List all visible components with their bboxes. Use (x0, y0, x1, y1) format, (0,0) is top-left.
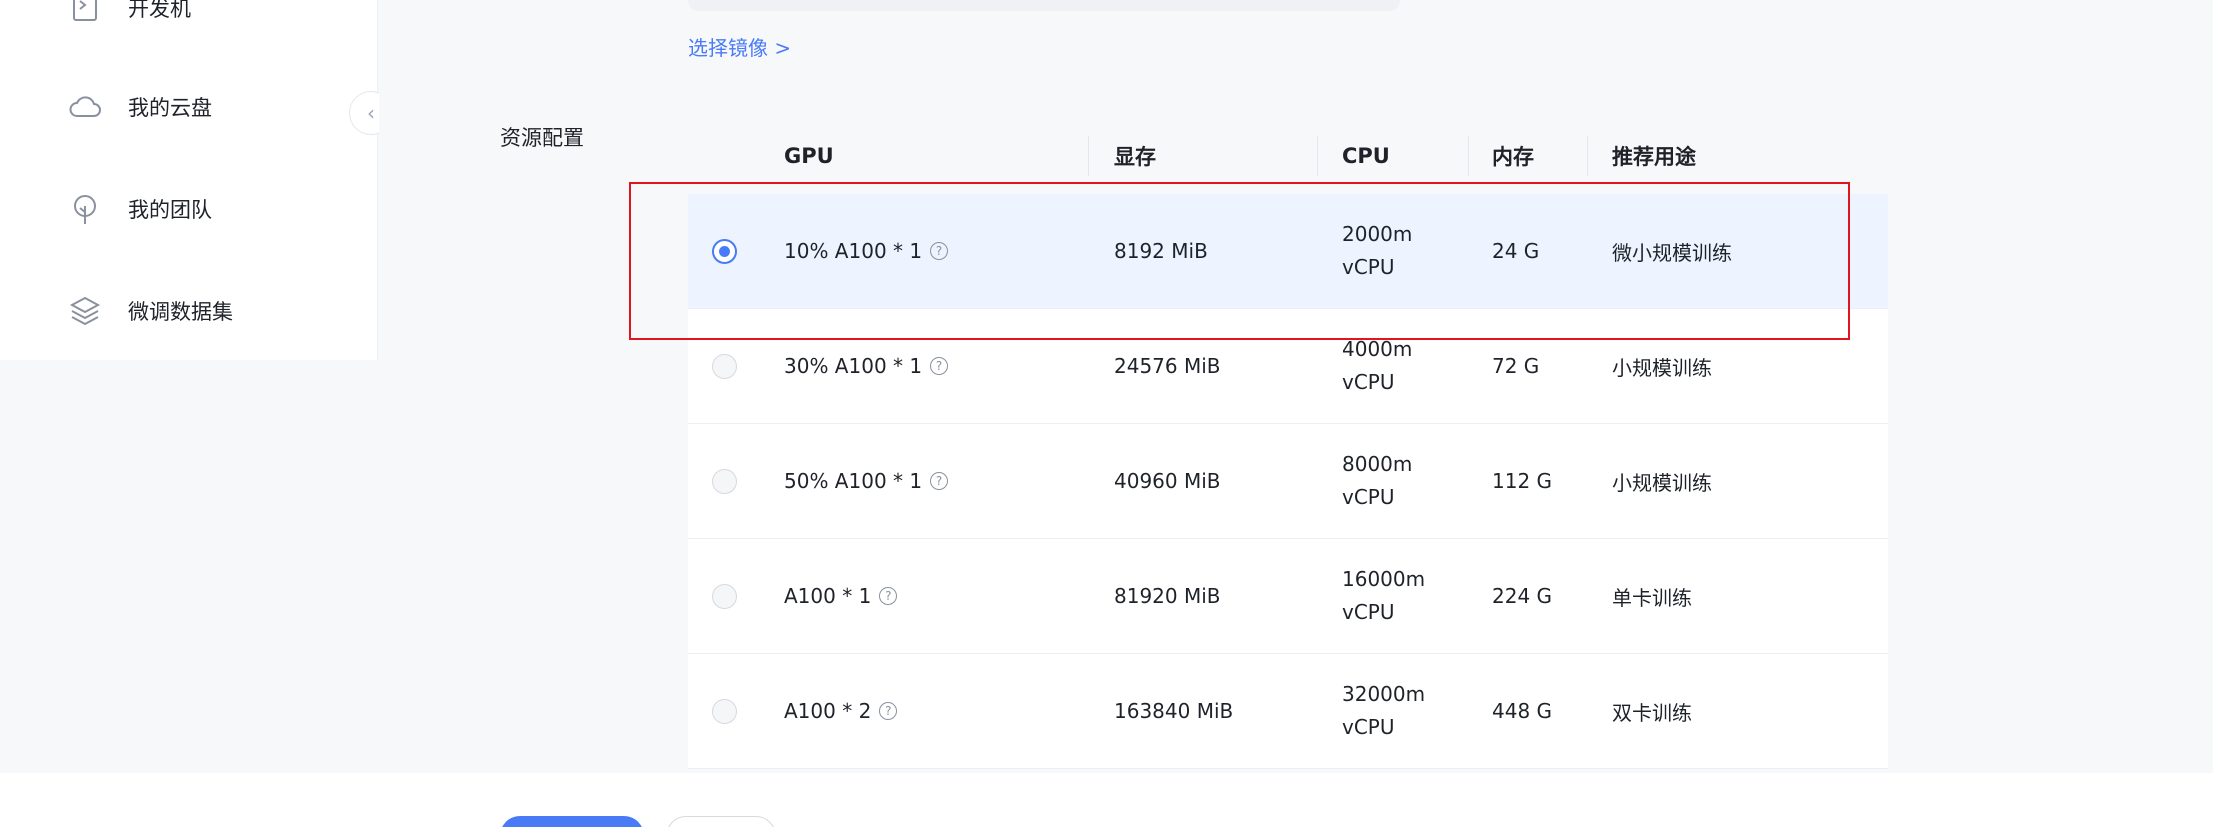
table-row[interactable]: A100 * 2 ? 163840 MiB 32000m vCPU 448 G … (688, 654, 1888, 769)
cell-memory: 112 G (1492, 469, 1553, 493)
cell-memory: 224 G (1492, 584, 1553, 608)
row-radio[interactable] (712, 584, 737, 609)
cell-cpu: 32000m vCPU (1342, 654, 1425, 768)
sidebar-item-label: 开发机 (128, 0, 191, 21)
sidebar-item-finetune-datasets[interactable]: 微调数据集 (68, 289, 233, 333)
sidebar-item-label: 我的云盘 (128, 96, 212, 120)
sidebar-item-cloud-disk[interactable]: 我的云盘 (68, 85, 212, 129)
help-icon[interactable]: ? (879, 587, 898, 605)
cell-gpu: A100 * 1 ? (784, 539, 898, 653)
cloud-icon (68, 90, 102, 124)
cell-cpu: 16000m vCPU (1342, 539, 1425, 653)
terminal-doc-icon (68, 0, 102, 25)
cell-cpu: 8000m vCPU (1342, 424, 1412, 538)
sidebar: 开发机 我的云盘 我的团队 微调数据集 (0, 0, 378, 360)
cell-usage: 双卡训练 (1612, 700, 1692, 725)
layers-icon (68, 294, 102, 328)
cell-vram: 163840 MiB (1114, 699, 1234, 723)
select-image-link[interactable]: 选择镜像 > (688, 32, 791, 61)
help-icon[interactable]: ? (930, 472, 949, 490)
table-row[interactable]: A100 * 1 ? 81920 MiB 16000m vCPU 224 G 单… (688, 539, 1888, 654)
chevron-left-icon: ‹ (367, 101, 375, 125)
sidebar-item-dev-machine[interactable]: 开发机 (68, 0, 191, 30)
cell-vram: 40960 MiB (1114, 469, 1221, 493)
gpu-text: A100 * 2 (784, 699, 872, 723)
secondary-button[interactable] (666, 816, 776, 827)
cell-usage: 单卡训练 (1612, 585, 1692, 610)
cpu-unit: vCPU (1342, 370, 1395, 394)
cpu-value: 8000m (1342, 452, 1413, 476)
tree-icon (68, 192, 102, 226)
table-row[interactable]: 50% A100 * 1 ? 40960 MiB 8000m vCPU 112 … (688, 424, 1888, 539)
header-divider (1587, 136, 1588, 176)
cpu-unit: vCPU (1342, 600, 1395, 624)
footer-area (0, 773, 2213, 827)
row-radio[interactable] (712, 469, 737, 494)
gpu-text: A100 * 1 (784, 584, 872, 608)
help-icon[interactable]: ? (930, 357, 949, 375)
primary-button[interactable] (500, 816, 644, 827)
cpu-unit: vCPU (1342, 485, 1395, 509)
cpu-value: 32000m (1342, 682, 1426, 706)
cpu-unit: vCPU (1342, 715, 1395, 739)
header-divider (1468, 136, 1469, 176)
cpu-value: 16000m (1342, 567, 1426, 591)
cell-usage: 小规模训练 (1612, 470, 1712, 495)
resource-config-label: 资源配置 (500, 126, 584, 150)
cell-vram: 81920 MiB (1114, 584, 1221, 608)
cell-gpu: A100 * 2 ? (784, 654, 898, 768)
image-selector-box[interactable] (688, 0, 1400, 11)
help-icon[interactable]: ? (879, 702, 898, 720)
header-divider (1088, 136, 1089, 176)
header-divider (1317, 136, 1318, 176)
selection-highlight-box (629, 182, 1850, 340)
row-radio[interactable] (712, 354, 737, 379)
row-radio[interactable] (712, 699, 737, 724)
gpu-text: 30% A100 * 1 (784, 354, 923, 378)
sidebar-item-label: 我的团队 (128, 198, 212, 222)
sidebar-item-my-team[interactable]: 我的团队 (68, 187, 212, 231)
cell-memory: 448 G (1492, 699, 1553, 723)
gpu-text: 50% A100 * 1 (784, 469, 923, 493)
sidebar-item-label: 微调数据集 (128, 300, 233, 324)
cell-gpu: 50% A100 * 1 ? (784, 424, 949, 538)
